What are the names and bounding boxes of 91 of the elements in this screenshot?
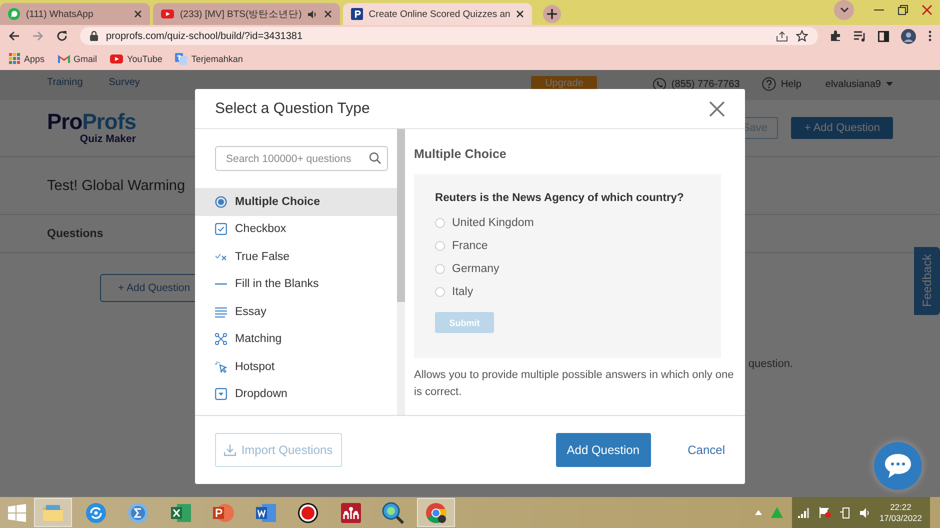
speaker-icon[interactable] (308, 10, 318, 18)
bookmark[interactable]: Terjemahkan (175, 52, 243, 64)
description-text: Allows you to provide multiple possible answers in which only one is correct. (414, 368, 735, 400)
question-type-item[interactable]: Hotspot (195, 353, 397, 380)
question-type-item[interactable]: Multiple Choice (195, 188, 397, 216)
search-field[interactable]: Search 100000+ questions (215, 146, 388, 171)
close-icon[interactable] (324, 10, 332, 18)
url-text: proprofs.com/quiz-school/build/?id=3431381 (106, 30, 304, 42)
tab-search-button[interactable] (834, 0, 854, 20)
phone-icon (653, 78, 666, 90)
translate-icon (175, 52, 188, 64)
restore-icon[interactable] (898, 5, 908, 15)
search-icon[interactable] (369, 152, 381, 164)
chevron-icon (840, 7, 848, 13)
signal-icon[interactable] (798, 508, 810, 518)
scrollbar-thumb[interactable] (397, 129, 405, 302)
browser-tab[interactable]: (111) WhatsApp (0, 3, 150, 25)
close-icon[interactable] (134, 10, 142, 18)
cancel-link[interactable]: Cancel (688, 443, 725, 457)
browser-icon (424, 500, 448, 524)
battery-icon[interactable] (840, 506, 852, 518)
video-icon (110, 54, 124, 64)
phone-number: (855) 776-7763 (671, 78, 740, 90)
radio-button[interactable] (435, 286, 445, 296)
chevron-up-icon[interactable] (755, 510, 762, 515)
question-type-item[interactable]: Dropdown (195, 380, 397, 408)
puzzle-icon[interactable] (830, 30, 842, 42)
radio-icon (215, 196, 227, 208)
sidebar-icon[interactable] (878, 30, 889, 42)
taskbar-app[interactable] (416, 498, 454, 527)
question-type-item[interactable]: True False (195, 243, 397, 270)
add-question-button[interactable]: Add Question (556, 433, 651, 467)
star-icon[interactable] (796, 30, 808, 42)
help-icon[interactable] (762, 77, 776, 91)
chat-icon (8, 8, 20, 20)
pointer-icon (215, 360, 227, 373)
caret-icon[interactable] (886, 82, 893, 86)
reference-icon (338, 500, 362, 524)
lock-icon (90, 31, 98, 41)
reload-icon[interactable] (56, 30, 68, 42)
share-icon[interactable] (776, 30, 788, 42)
logo-tagline: Quiz Maker (80, 134, 136, 145)
download-icon (224, 444, 236, 456)
bookmark[interactable]: YouTube (110, 54, 162, 64)
preview-heading: Multiple Choice (414, 147, 508, 161)
sigma-icon (126, 500, 150, 524)
menu-icon[interactable] (928, 30, 932, 42)
video-icon (161, 9, 174, 19)
clock-date: 17/03/2022 (879, 512, 922, 524)
plus-icon (547, 9, 558, 19)
answer-option[interactable]: Italy (435, 280, 700, 303)
radio-button[interactable] (435, 240, 445, 250)
back-icon[interactable] (8, 30, 20, 42)
playlist-icon[interactable] (854, 30, 866, 42)
section-heading: Questions (47, 228, 104, 240)
mail-icon (58, 54, 70, 63)
hint-text: question. (748, 358, 793, 370)
new-tab-button[interactable] (543, 5, 562, 23)
chat-button[interactable] (874, 442, 922, 490)
dropdown-icon (215, 388, 227, 400)
sync-icon (84, 500, 108, 524)
quiz-icon (350, 8, 363, 20)
answer-option[interactable]: United Kingdom (435, 211, 700, 234)
question-type-item[interactable]: Matching (195, 326, 397, 353)
radio-button[interactable] (435, 218, 445, 228)
radio-button[interactable] (435, 264, 445, 274)
question-text: Reuters is the News Agency of which country? (435, 192, 685, 204)
chat-icon (883, 452, 913, 480)
flag-icon[interactable] (819, 507, 832, 518)
quiz-title: Test! Global Warming (47, 178, 186, 194)
answer-option[interactable]: Germany (435, 257, 700, 280)
bookmark[interactable]: Apps (9, 53, 45, 64)
magnifier-icon (381, 500, 405, 524)
question-type-item[interactable]: Checkbox (195, 216, 397, 243)
address-bar[interactable]: proprofs.com/quiz-school/build/?id=3431381 (80, 27, 818, 45)
dialog-title: Select a Question Type (215, 100, 370, 117)
apps-icon (9, 53, 20, 64)
checkbox-icon (215, 223, 227, 236)
answer-option[interactable]: France (435, 234, 700, 257)
bookmark[interactable]: Gmail (58, 54, 98, 64)
speaker-icon[interactable] (860, 508, 870, 518)
browser-tab[interactable]: (233) [MV] BTS(방탄소년단) (153, 3, 340, 25)
avatar-icon[interactable] (901, 28, 916, 44)
close-icon[interactable] (709, 100, 725, 116)
record-icon (296, 500, 320, 524)
lines-icon (215, 306, 227, 318)
clock-time: 22:22 (890, 502, 912, 512)
close-icon[interactable] (516, 10, 524, 18)
logo-wordmark: ProProfs (47, 111, 136, 134)
cross-arrows-icon (215, 333, 227, 346)
browser-tab[interactable]: Create Online Scored Quizzes an (342, 3, 532, 25)
